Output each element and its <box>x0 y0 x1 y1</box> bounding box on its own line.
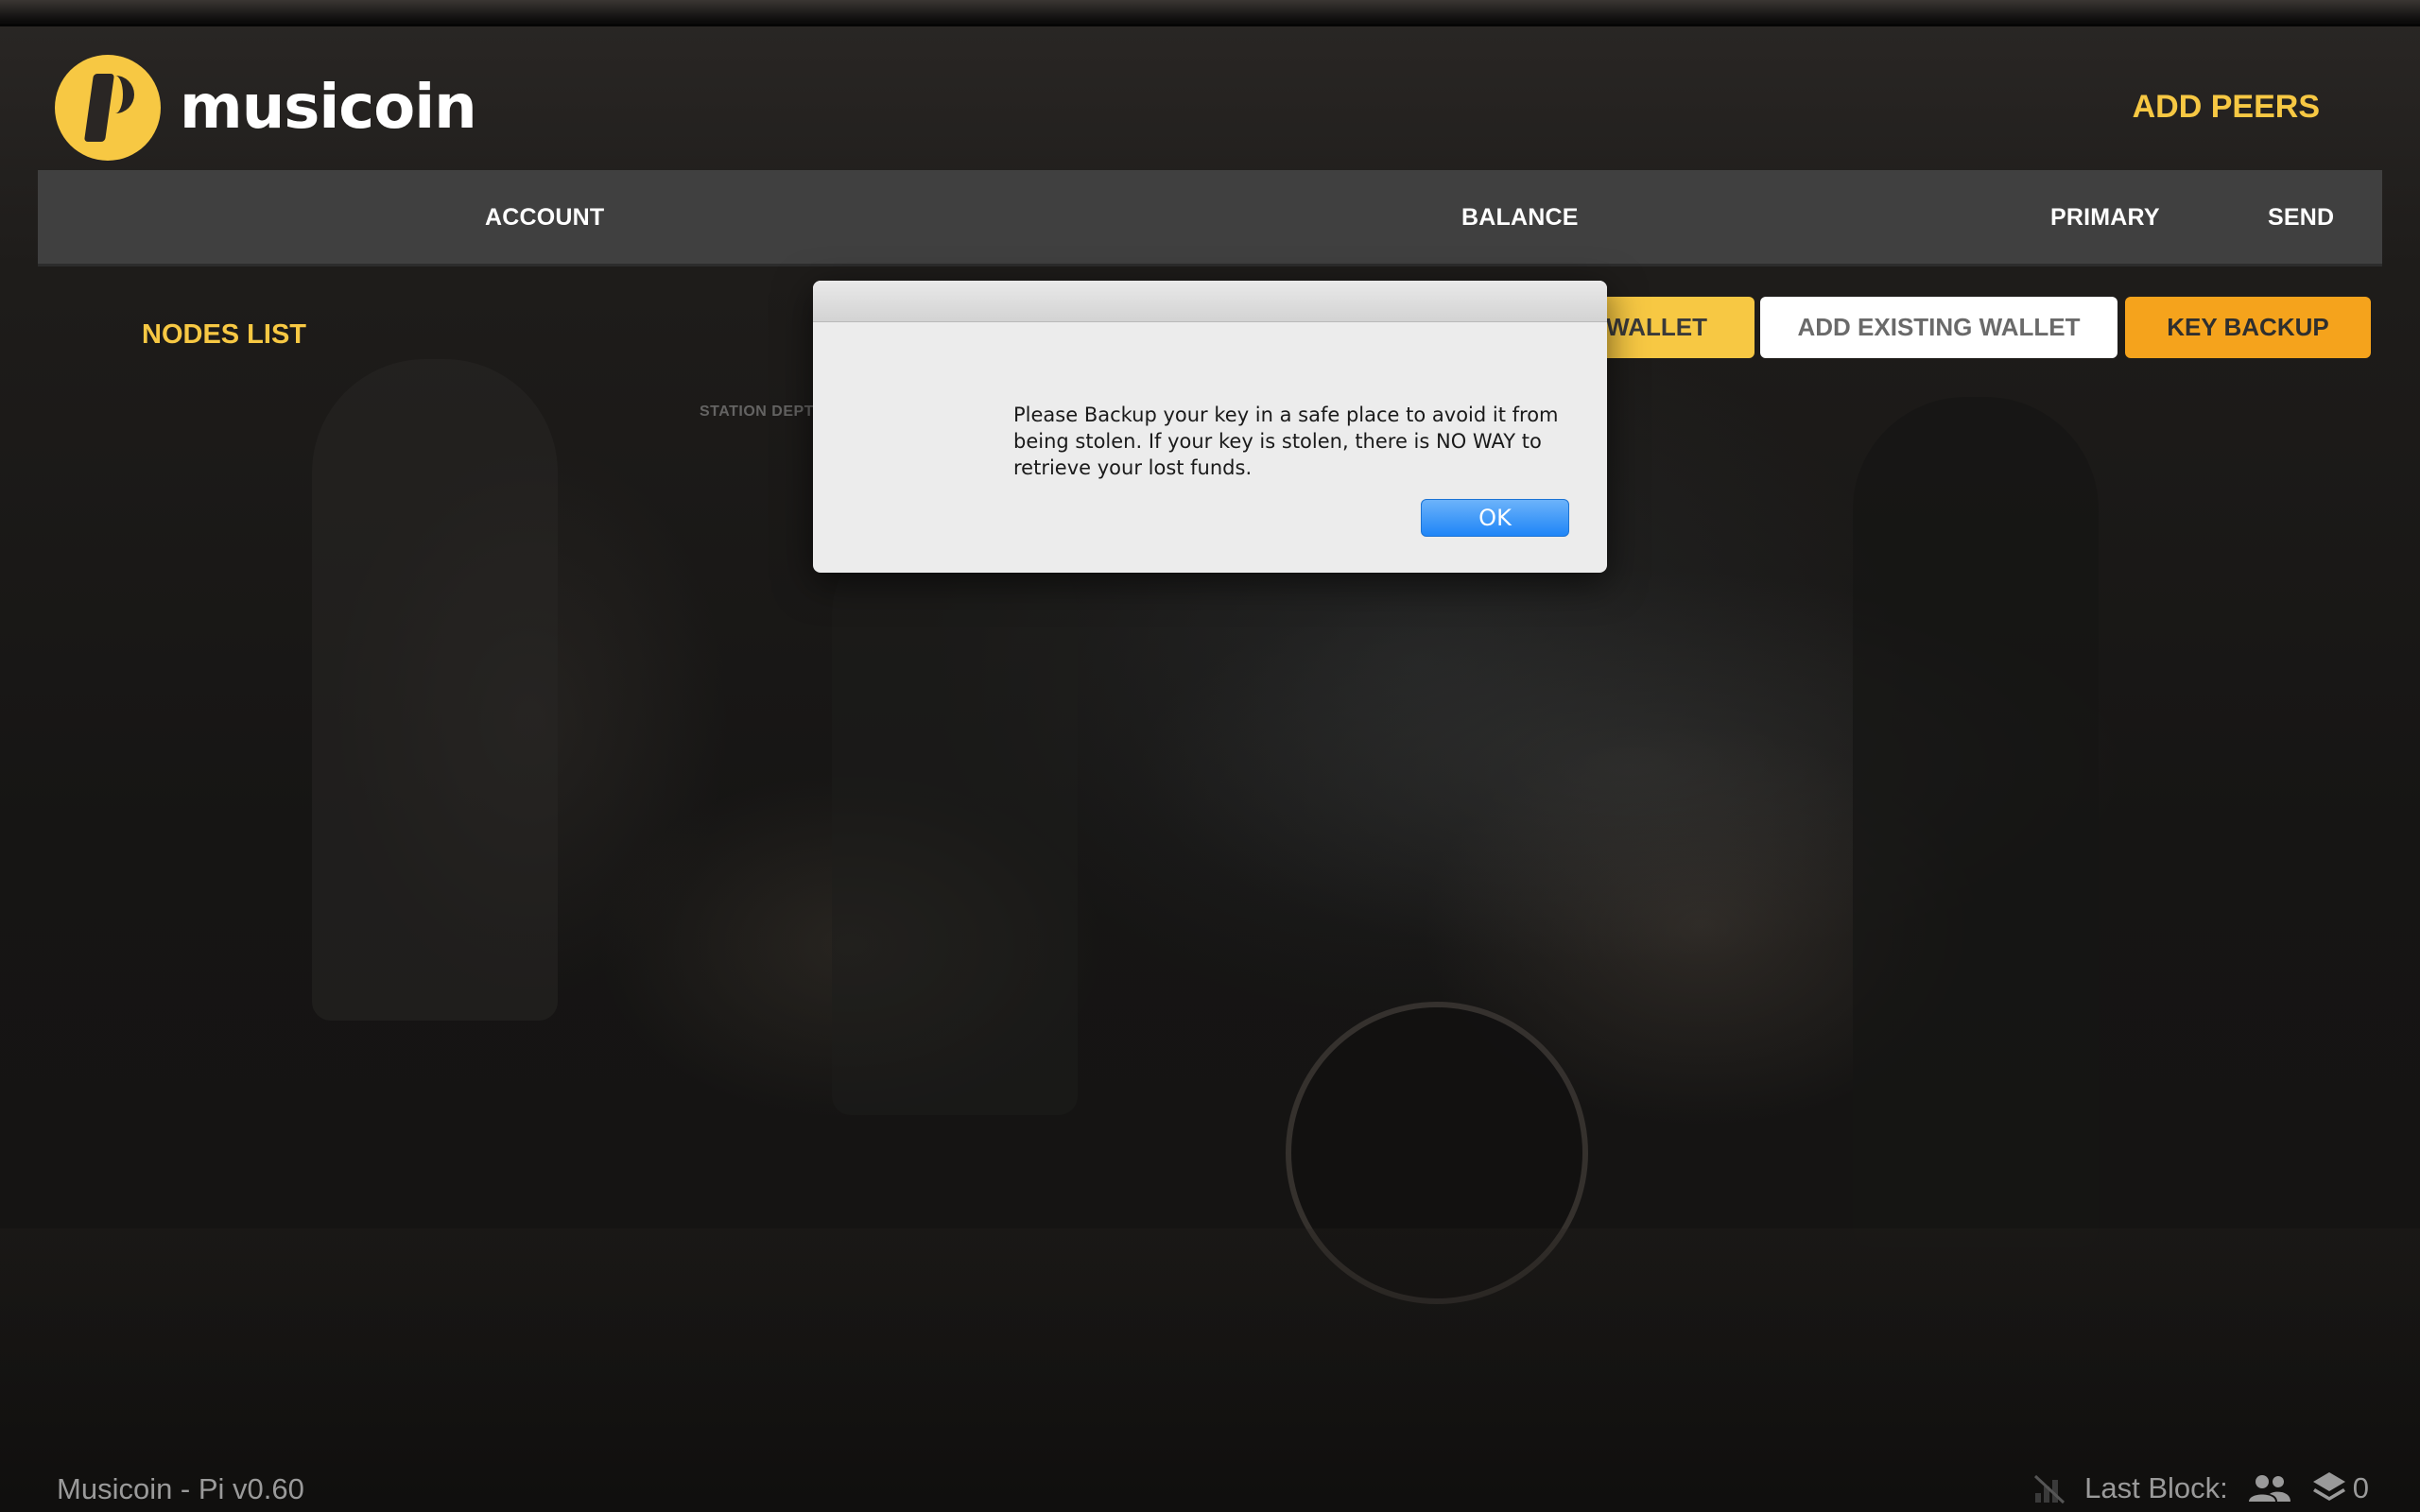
app-version: Musicoin - Pi v0.60 <box>57 1472 304 1505</box>
block-count: 0 <box>2352 1471 2369 1504</box>
window-top-strip <box>0 0 2420 26</box>
ok-button[interactable]: OK <box>1421 499 1569 537</box>
peers-icon <box>2248 1473 2290 1503</box>
logo-note-icon <box>55 55 161 161</box>
column-header-primary: PRIMARY <box>2050 204 2160 231</box>
layers-icon <box>2311 1470 2347 1506</box>
last-block-label: Last Block: <box>2084 1471 2228 1504</box>
nodes-list-link[interactable]: NODES LIST <box>142 319 306 351</box>
background-sign: STATION DEPT <box>700 404 814 420</box>
column-header-balance: BALANCE <box>1461 204 1579 231</box>
background-figure-center <box>832 529 1078 1115</box>
signal-icon <box>2033 1472 2066 1504</box>
key-backup-button[interactable]: KEY BACKUP <box>2125 297 2371 358</box>
backup-alert-dialog: Please Backup your key in a safe place t… <box>813 281 1607 573</box>
column-header-account: ACCOUNT <box>485 204 605 231</box>
background-figure-right <box>1853 397 2099 1247</box>
status-bar: Last Block: 0 <box>2033 1470 2369 1506</box>
column-header-send: SEND <box>2268 204 2335 231</box>
background-floor <box>0 1228 2420 1512</box>
dialog-titlebar[interactable] <box>813 281 1607 322</box>
background-figure-left <box>312 359 558 1021</box>
dialog-message: Please Backup your key in a safe place t… <box>1013 404 1559 479</box>
brand-name: musicoin <box>180 73 477 143</box>
add-existing-wallet-button[interactable]: ADD EXISTING WALLET <box>1760 297 2118 358</box>
brand-logo: musicoin <box>55 55 477 161</box>
accounts-table-header: ACCOUNT BALANCE PRIMARY SEND <box>38 170 2382 266</box>
add-peers-link[interactable]: ADD PEERS <box>2133 89 2320 126</box>
